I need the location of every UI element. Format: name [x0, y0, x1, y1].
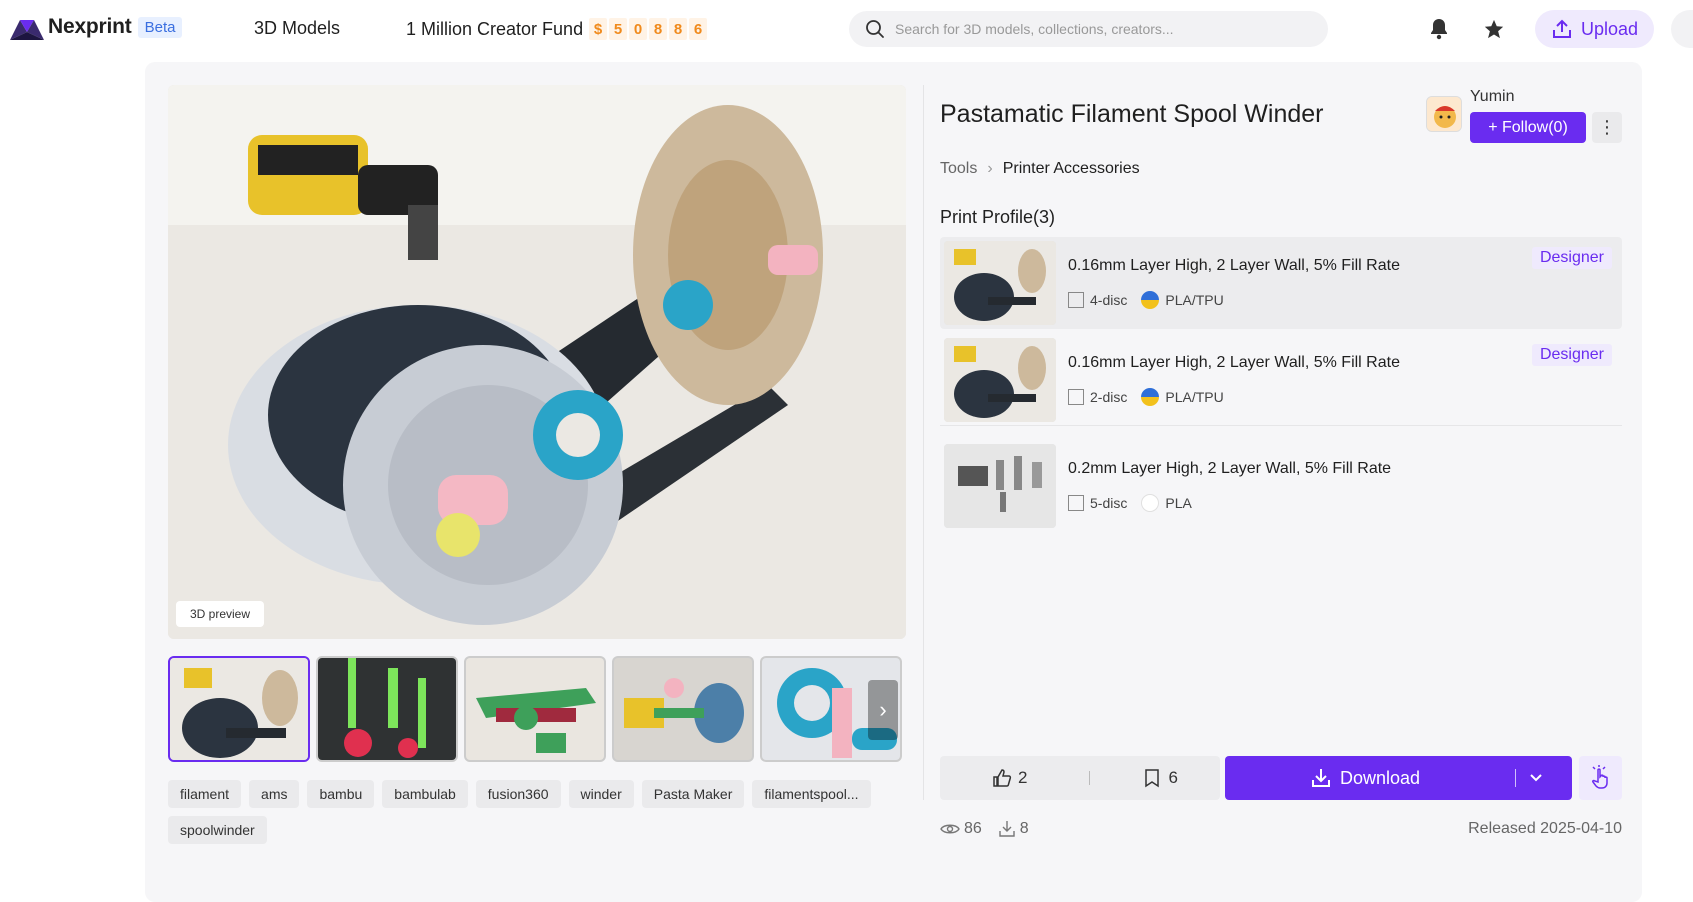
thumbnail[interactable]: [316, 656, 458, 762]
breadcrumb: Tools › Printer Accessories: [940, 160, 1140, 178]
search-icon: [866, 20, 884, 38]
tag[interactable]: Pasta Maker: [641, 780, 745, 808]
tag-list: filament ams bambu bambulab fusion360 wi…: [168, 780, 908, 852]
chevron-right-icon: ›: [987, 160, 993, 177]
view-count: 86: [964, 820, 982, 837]
like-button[interactable]: 2: [992, 768, 1027, 788]
release-date: Released 2025-04-10: [1468, 820, 1622, 837]
search-input[interactable]: [895, 21, 1295, 37]
profile-material: PLA/TPU: [1165, 292, 1224, 308]
user-menu[interactable]: [1671, 10, 1693, 48]
logo-icon: [10, 20, 44, 40]
designer-badge: Designer: [1531, 247, 1612, 269]
fund-digit: $: [589, 18, 608, 40]
material-color-icon: [1141, 291, 1160, 309]
chevron-down-icon[interactable]: [1515, 769, 1555, 787]
nav-3d-models[interactable]: 3D Models: [254, 18, 340, 39]
star-icon[interactable]: [1481, 16, 1507, 42]
tag[interactable]: bambulab: [382, 780, 468, 808]
profile-material: PLA/TPU: [1165, 388, 1224, 405]
profile-thumbnail: [944, 337, 1056, 422]
download-count: 8: [1019, 820, 1029, 837]
profile-plates: 5-disc: [1090, 495, 1128, 511]
tag[interactable]: ams: [249, 780, 300, 808]
fund-digit: 6: [689, 18, 708, 40]
upload-label: Upload: [1580, 18, 1639, 39]
plate-icon: [1068, 495, 1084, 511]
author-name[interactable]: Yumin: [1470, 88, 1514, 106]
profile-thumbnail: [944, 241, 1056, 325]
breadcrumb-tools[interactable]: Tools: [940, 160, 977, 178]
engagement-bar: 2 6: [940, 756, 1220, 800]
print-profile-item[interactable]: 0.16mm Layer High, 2 Layer Wall, 5% Fill…: [940, 237, 1622, 329]
fund-digit: 5: [609, 18, 628, 40]
profile-title: 0.16mm Layer High, 2 Layer Wall, 5% Fill…: [1068, 353, 1400, 371]
designer-badge: Designer: [1531, 344, 1612, 366]
print-profile-item[interactable]: 0.2mm Layer High, 2 Layer Wall, 5% Fill …: [940, 440, 1622, 532]
thumbnail[interactable]: [464, 656, 606, 762]
3d-preview-badge[interactable]: 3D preview: [176, 601, 265, 627]
tag[interactable]: fusion360: [475, 780, 561, 808]
profile-thumbnail: [944, 444, 1056, 528]
model-title: Pastamatic Filament Spool Winder: [940, 100, 1324, 128]
profile-title: 0.2mm Layer High, 2 Layer Wall, 5% Fill …: [1068, 460, 1392, 477]
thumbnail[interactable]: [612, 656, 754, 762]
chevron-right-icon[interactable]: ›: [868, 680, 898, 740]
tag[interactable]: winder: [568, 780, 634, 808]
plate-icon: [1068, 292, 1084, 308]
download-count-icon: [999, 821, 1015, 837]
search-bar: [849, 11, 1328, 47]
column-divider: [923, 85, 924, 800]
profile-plates: 4-disc: [1090, 292, 1128, 308]
thumbnail[interactable]: [168, 656, 310, 762]
tag[interactable]: bambu: [307, 780, 375, 808]
fund-digit: 8: [649, 18, 668, 40]
tag[interactable]: filament: [168, 780, 242, 808]
model-stats: 86 8: [940, 820, 1029, 838]
logo-text: Nexprint: [48, 15, 132, 38]
fund-digit: 8: [669, 18, 688, 40]
more-options-icon[interactable]: ⋮: [1592, 112, 1622, 143]
eye-icon: [940, 824, 960, 834]
follow-button[interactable]: + Follow(0): [1470, 112, 1586, 143]
download-button[interactable]: Download: [1225, 756, 1572, 800]
profile-title: 0.16mm Layer High, 2 Layer Wall, 5% Fill…: [1068, 257, 1400, 274]
tap-icon[interactable]: [1579, 756, 1622, 800]
bookmark-icon: [1145, 769, 1160, 788]
fund-counter: $ 5 0 8 8 6: [589, 18, 709, 40]
upload-icon: [1552, 19, 1571, 38]
like-count: 2: [1018, 768, 1028, 787]
upload-button[interactable]: Upload: [1535, 10, 1654, 48]
download-main[interactable]: Download: [1225, 767, 1505, 789]
logo[interactable]: Nexprint Beta: [10, 14, 183, 40]
download-label: Download: [1339, 767, 1421, 788]
breadcrumb-printer-accessories[interactable]: Printer Accessories: [1003, 160, 1140, 178]
bell-icon[interactable]: [1426, 16, 1452, 42]
fund-digit: 0: [629, 18, 648, 40]
top-header: Nexprint Beta 3D Models 1 Million Creato…: [0, 0, 1693, 58]
profile-plates: 2-disc: [1090, 388, 1128, 405]
print-profile-item[interactable]: 0.16mm Layer High, 2 Layer Wall, 5% Fill…: [940, 334, 1622, 426]
beta-badge: Beta: [137, 16, 183, 38]
tag[interactable]: filamentspool...: [752, 780, 871, 808]
tag[interactable]: spoolwinder: [168, 816, 267, 844]
fund-label: 1 Million Creator Fund: [406, 18, 584, 39]
thumbnail-strip: [168, 656, 908, 762]
print-profile-heading: Print Profile(3): [940, 207, 1056, 227]
model-preview-image[interactable]: [168, 85, 906, 639]
profile-material: PLA: [1165, 495, 1192, 511]
bookmark-count: 6: [1168, 768, 1178, 787]
download-icon: [1311, 769, 1330, 787]
thumbs-up-icon: [993, 769, 1012, 787]
creator-fund-link[interactable]: 1 Million Creator Fund $ 5 0 8 8 6: [406, 18, 709, 40]
divider: [1089, 771, 1091, 785]
plate-icon: [1068, 388, 1084, 405]
bookmark-button[interactable]: 6: [1144, 768, 1178, 788]
avatar[interactable]: [1426, 96, 1462, 132]
material-color-icon: [1141, 387, 1160, 406]
material-color-icon: [1141, 494, 1160, 512]
